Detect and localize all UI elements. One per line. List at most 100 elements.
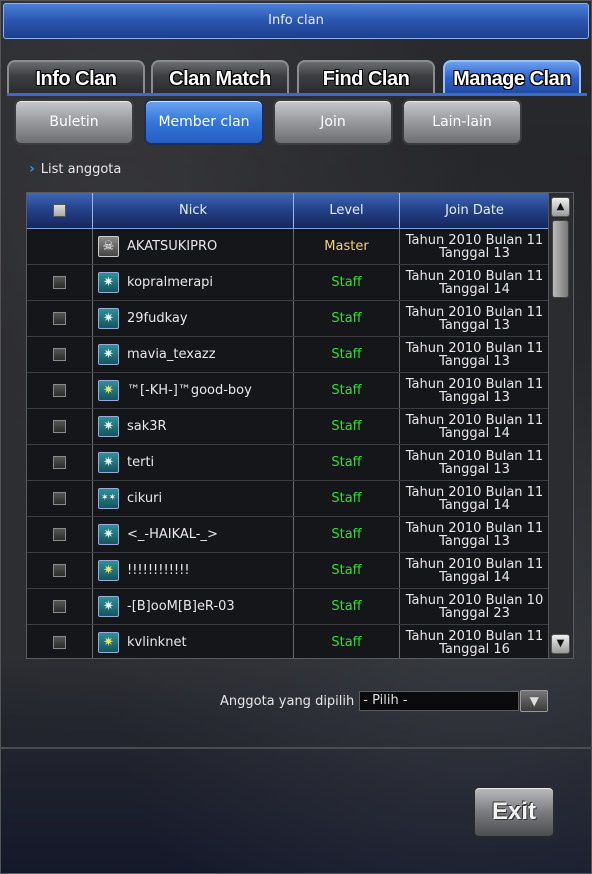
scrollbar[interactable]: ▲ ▼ bbox=[548, 193, 573, 658]
member-level: Staff bbox=[331, 275, 362, 290]
subtab-member-clan[interactable]: Member clan bbox=[144, 99, 264, 145]
select-cell bbox=[27, 625, 93, 658]
level-cell: Staff bbox=[294, 481, 400, 516]
select-cell bbox=[27, 409, 93, 444]
subtab-buletin[interactable]: Buletin bbox=[14, 99, 134, 145]
star-rank-icon: ✷ bbox=[98, 524, 119, 545]
join-date-cell: Tahun 2010 Bulan 11 Tanggal 13 bbox=[400, 301, 549, 336]
row-checkbox[interactable] bbox=[53, 636, 66, 649]
row-checkbox[interactable] bbox=[53, 528, 66, 541]
chevron-down-icon[interactable]: ▼ bbox=[520, 690, 549, 712]
level-cell: Staff bbox=[294, 337, 400, 372]
table-row[interactable]: ☠ AKATSUKIPRO Master Tahun 2010 Bulan 11 Tan… bbox=[27, 229, 549, 265]
member-select-dropdown[interactable]: - Pilih - bbox=[359, 691, 520, 711]
join-date-cell: Tahun 2010 Bulan 11 Tanggal 14 bbox=[400, 553, 549, 588]
table-row[interactable]: ✷ <_-HAIKAL-_> Staff Tahun 2010 Bulan 11 Tan… bbox=[27, 517, 549, 553]
nick-cell: ✷ kvlinknet bbox=[93, 625, 294, 658]
member-level: Staff bbox=[331, 491, 362, 506]
scroll-down-icon[interactable]: ▼ bbox=[551, 634, 570, 654]
join-date-cell: Tahun 2010 Bulan 11 Tanggal 13 bbox=[400, 445, 549, 480]
row-checkbox[interactable] bbox=[53, 348, 66, 361]
table-row[interactable]: ✷ kvlinknet Staff Tahun 2010 Bulan 11 Tangga… bbox=[27, 625, 549, 658]
member-table: Nick Level Join Date ☠ AKATSUKIPRO Master T… bbox=[26, 192, 574, 659]
row-checkbox[interactable] bbox=[53, 600, 66, 613]
join-date-line2: Tanggal 14 bbox=[439, 282, 510, 297]
scroll-thumb[interactable] bbox=[552, 220, 569, 298]
header-level[interactable]: Level bbox=[294, 193, 400, 228]
row-checkbox[interactable] bbox=[53, 384, 66, 397]
join-date-line1: Tahun 2010 Bulan 11 bbox=[405, 629, 544, 644]
nick-cell: ✶✶ cikuri bbox=[93, 481, 294, 516]
nick-cell: ✷ ™[-KH-]™good-boy bbox=[93, 373, 294, 408]
join-date-line1: Tahun 2010 Bulan 11 bbox=[405, 341, 544, 356]
row-checkbox[interactable] bbox=[53, 564, 66, 577]
row-checkbox[interactable] bbox=[53, 492, 66, 505]
nick-cell: ✷ sak3R bbox=[93, 409, 294, 444]
select-cell bbox=[27, 481, 93, 516]
join-date-line1: Tahun 2010 Bulan 11 bbox=[405, 269, 544, 284]
join-date-cell: Tahun 2010 Bulan 11 Tanggal 13 bbox=[400, 229, 549, 264]
join-date-cell: Tahun 2010 Bulan 10 Tanggal 23 bbox=[400, 589, 549, 624]
gold-star-rank-icon: ✷ bbox=[98, 380, 119, 401]
select-cell bbox=[27, 265, 93, 300]
table-row[interactable]: ✷ mavia_texazz Staff Tahun 2010 Bulan 11 Tan… bbox=[27, 337, 549, 373]
join-date-line2: Tanggal 13 bbox=[439, 318, 510, 333]
select-cell bbox=[27, 373, 93, 408]
table-row[interactable]: ✷!!!!!!!!!!!! Staff Tahun 2010 Bulan 11 Tan… bbox=[27, 553, 549, 589]
member-nick: ™[-KH-]™good-boy bbox=[127, 383, 252, 398]
join-date-cell: Tahun 2010 Bulan 11 Tanggal 14 bbox=[400, 481, 549, 516]
subtab-lain-lain[interactable]: Lain-lain bbox=[402, 99, 522, 145]
level-cell: Staff bbox=[294, 625, 400, 658]
row-checkbox[interactable] bbox=[53, 312, 66, 325]
row-checkbox[interactable] bbox=[53, 456, 66, 469]
table-row[interactable]: ✷ kopralmerapi Staff Tahun 2010 Bulan 11 Tan… bbox=[27, 265, 549, 301]
scroll-up-icon[interactable]: ▲ bbox=[551, 197, 570, 217]
select-all-checkbox[interactable] bbox=[53, 204, 66, 217]
tab-info-clan[interactable]: Info Clan bbox=[7, 60, 145, 94]
level-cell: Staff bbox=[294, 553, 400, 588]
table-row[interactable]: ✶✶ cikuri Staff Tahun 2010 Bulan 11 Tanggal … bbox=[27, 481, 549, 517]
join-date-line1: Tahun 2010 Bulan 10 bbox=[405, 593, 544, 608]
table-row[interactable]: ✷ terti Staff Tahun 2010 Bulan 11 Tanggal 13 bbox=[27, 445, 549, 481]
nick-cell: ✷!!!!!!!!!!!! bbox=[93, 553, 294, 588]
star-rank-icon: ✷ bbox=[98, 416, 119, 437]
select-cell bbox=[27, 337, 93, 372]
gold-star-rank-icon: ✷ bbox=[98, 560, 119, 581]
row-checkbox[interactable] bbox=[53, 420, 66, 433]
skull-rank-icon: ☠ bbox=[98, 236, 119, 257]
join-date-line2: Tanggal 14 bbox=[439, 498, 510, 513]
member-level: Staff bbox=[331, 383, 362, 398]
level-cell: Master bbox=[294, 229, 400, 264]
bottom-divider bbox=[1, 747, 592, 749]
section-heading: › List anggota bbox=[29, 161, 121, 177]
row-checkbox[interactable] bbox=[53, 276, 66, 289]
level-cell: Staff bbox=[294, 517, 400, 552]
nick-cell: ✷ 29fudkay bbox=[93, 301, 294, 336]
select-cell bbox=[27, 301, 93, 336]
table-row[interactable]: ✷ 29fudkay Staff Tahun 2010 Bulan 11 Tanggal… bbox=[27, 301, 549, 337]
join-date-line2: Tanggal 23 bbox=[439, 606, 510, 621]
member-level: Staff bbox=[331, 311, 362, 326]
table-row[interactable]: ✷ -[B]ooM[B]eR-03 Staff Tahun 2010 Bulan 10… bbox=[27, 589, 549, 625]
join-date-line2: Tanggal 14 bbox=[439, 426, 510, 441]
member-nick: sak3R bbox=[127, 419, 167, 434]
star-rank-icon: ✷ bbox=[98, 344, 119, 365]
join-date-line1: Tahun 2010 Bulan 11 bbox=[405, 521, 544, 536]
header-nick[interactable]: Nick bbox=[93, 193, 294, 228]
table-row[interactable]: ✷ sak3R Staff Tahun 2010 Bulan 11 Tanggal 14 bbox=[27, 409, 549, 445]
join-date-cell: Tahun 2010 Bulan 11 Tanggal 14 bbox=[400, 409, 549, 444]
select-cell bbox=[27, 229, 93, 264]
select-cell bbox=[27, 589, 93, 624]
level-cell: Staff bbox=[294, 589, 400, 624]
exit-button[interactable]: Exit bbox=[473, 786, 555, 838]
tab-manage-clan[interactable]: Manage Clan bbox=[443, 60, 581, 94]
table-row[interactable]: ✷ ™[-KH-]™good-boy Staff Tahun 2010 Bulan 1… bbox=[27, 373, 549, 409]
header-join-date[interactable]: Join Date bbox=[400, 193, 549, 228]
subtab-join[interactable]: Join bbox=[273, 99, 393, 145]
nick-cell: ✷ -[B]ooM[B]eR-03 bbox=[93, 589, 294, 624]
select-cell bbox=[27, 517, 93, 552]
join-date-cell: Tahun 2010 Bulan 11 Tanggal 13 bbox=[400, 337, 549, 372]
gold-star-rank-icon: ✷ bbox=[98, 632, 119, 653]
tab-clan-match[interactable]: Clan Match bbox=[151, 60, 289, 94]
tab-find-clan[interactable]: Find Clan bbox=[297, 60, 435, 94]
